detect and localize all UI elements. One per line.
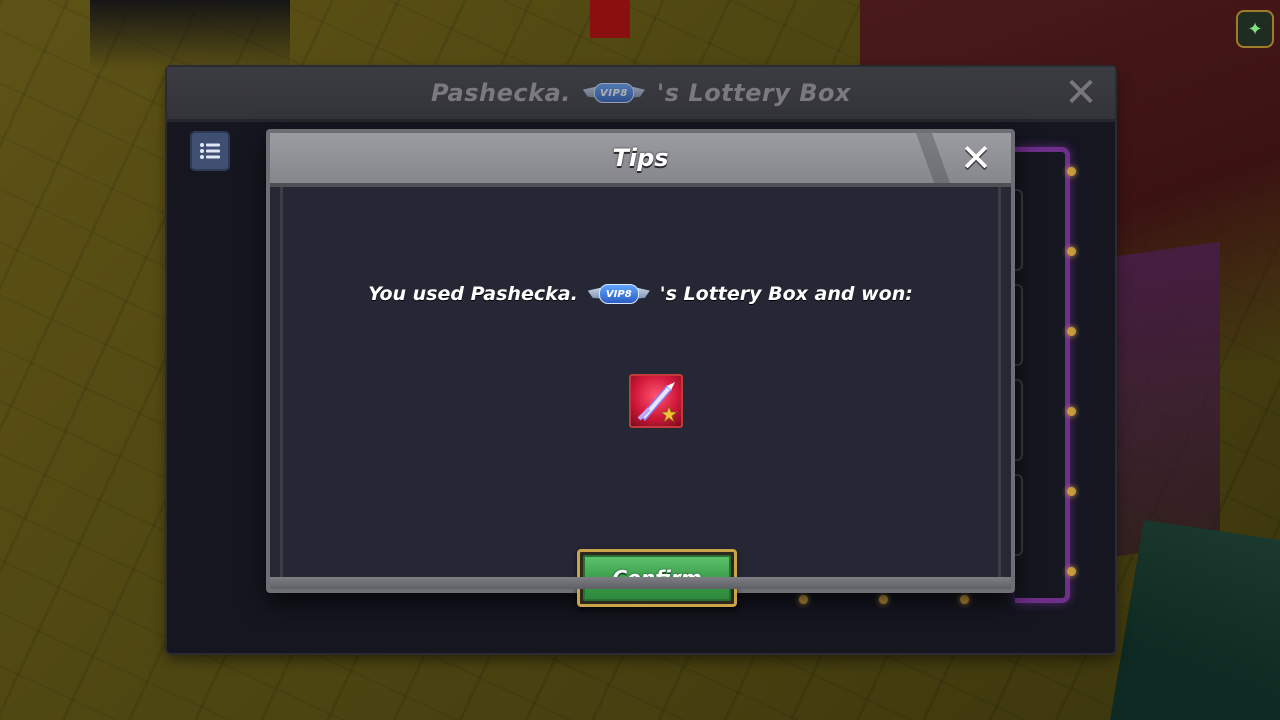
- lottery-box-title: Pashecka. VIP8 's Lottery Box: [431, 79, 851, 107]
- lottery-box-header: Pashecka. VIP8 's Lottery Box ✕: [167, 67, 1115, 122]
- vip-badge-icon: VIP8: [582, 82, 645, 104]
- vip-badge-label: VIP8: [598, 284, 639, 304]
- light-bulb: [1067, 327, 1076, 336]
- list-icon[interactable]: [190, 131, 230, 171]
- tips-dialog: Tips ✕ You used Pashecka. VIP8 's Lotter…: [266, 129, 1015, 607]
- light-bulb: [1067, 487, 1076, 496]
- light-bulb: [1067, 567, 1076, 576]
- light-bulb: [1067, 247, 1076, 256]
- dark-object: [90, 0, 290, 70]
- light-bulb: [1067, 167, 1076, 176]
- message-prefix: You used Pashecka.: [368, 283, 578, 305]
- tips-dialog-body: You used Pashecka. VIP8 's Lottery Box a…: [280, 187, 1001, 607]
- vip-badge-label: VIP8: [593, 83, 634, 103]
- light-bulb: [799, 595, 808, 604]
- red-object: [590, 0, 630, 38]
- message-suffix: 's Lottery Box and won:: [659, 283, 913, 305]
- dialog-bottom-border: [270, 577, 1011, 589]
- close-icon[interactable]: ✕: [1061, 73, 1101, 113]
- reward-message: You used Pashecka. VIP8 's Lottery Box a…: [283, 283, 998, 305]
- tips-dialog-header: Tips ✕: [270, 133, 1011, 187]
- map-icon[interactable]: ✦: [1236, 10, 1274, 48]
- dialog-title: Tips: [612, 144, 669, 172]
- close-icon[interactable]: ✕: [955, 137, 997, 179]
- lottery-box-title-suffix: 's Lottery Box: [656, 79, 851, 107]
- sword-item-icon[interactable]: [629, 374, 683, 428]
- prize-frame: [1015, 147, 1070, 603]
- light-bulb: [960, 595, 969, 604]
- light-bulb: [879, 595, 888, 604]
- vip-badge-icon: VIP8: [587, 283, 650, 305]
- header-divider: [915, 133, 951, 183]
- light-bulb: [1067, 407, 1076, 416]
- lottery-box-title-prefix: Pashecka.: [431, 79, 571, 107]
